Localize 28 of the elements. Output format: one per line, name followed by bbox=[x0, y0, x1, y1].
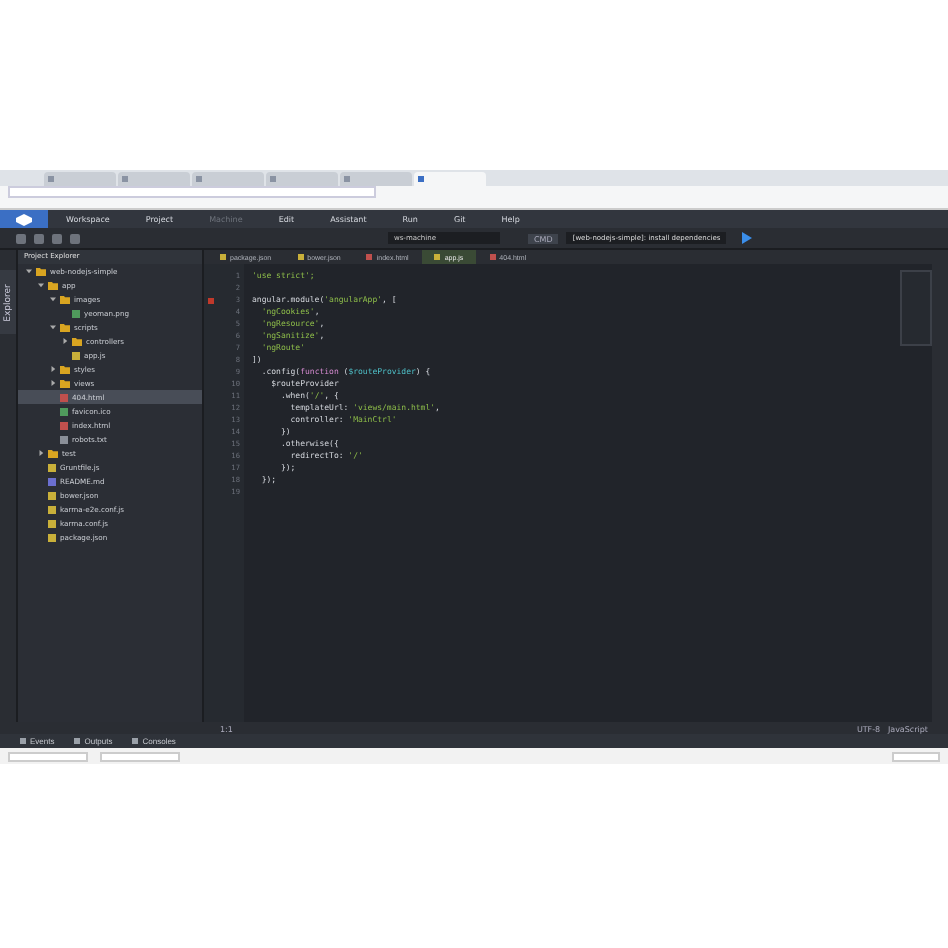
file-icon bbox=[72, 309, 80, 317]
download-item[interactable] bbox=[100, 751, 180, 761]
file-icon bbox=[366, 254, 373, 260]
logo-icon[interactable] bbox=[0, 210, 48, 228]
expanded-arrow-icon[interactable] bbox=[38, 282, 44, 288]
download-button[interactable] bbox=[892, 751, 940, 761]
file-icon bbox=[220, 254, 226, 260]
browser-tab[interactable] bbox=[266, 172, 338, 186]
file-icon bbox=[434, 254, 441, 260]
expanded-arrow-icon[interactable] bbox=[50, 324, 56, 330]
collapsed-arrow-icon[interactable] bbox=[50, 366, 56, 372]
browser-tab[interactable] bbox=[414, 172, 486, 186]
expanded-arrow-icon[interactable] bbox=[50, 296, 56, 302]
file-icon bbox=[72, 351, 80, 359]
download-item[interactable] bbox=[8, 751, 88, 761]
folder-icon bbox=[48, 449, 58, 457]
error-marker-icon bbox=[208, 297, 214, 303]
browser-tab[interactable] bbox=[118, 172, 190, 186]
address-bar[interactable] bbox=[8, 186, 376, 198]
expanded-arrow-icon[interactable] bbox=[26, 268, 32, 274]
collapsed-arrow-icon[interactable] bbox=[38, 450, 44, 456]
browser-tab[interactable] bbox=[192, 172, 264, 186]
file-icon bbox=[297, 254, 304, 260]
collapsed-arrow-icon[interactable] bbox=[62, 338, 68, 344]
browser-tab[interactable] bbox=[44, 172, 116, 186]
file-icon bbox=[489, 254, 496, 260]
browser-tab[interactable] bbox=[340, 172, 412, 186]
collapsed-arrow-icon[interactable] bbox=[50, 380, 56, 386]
